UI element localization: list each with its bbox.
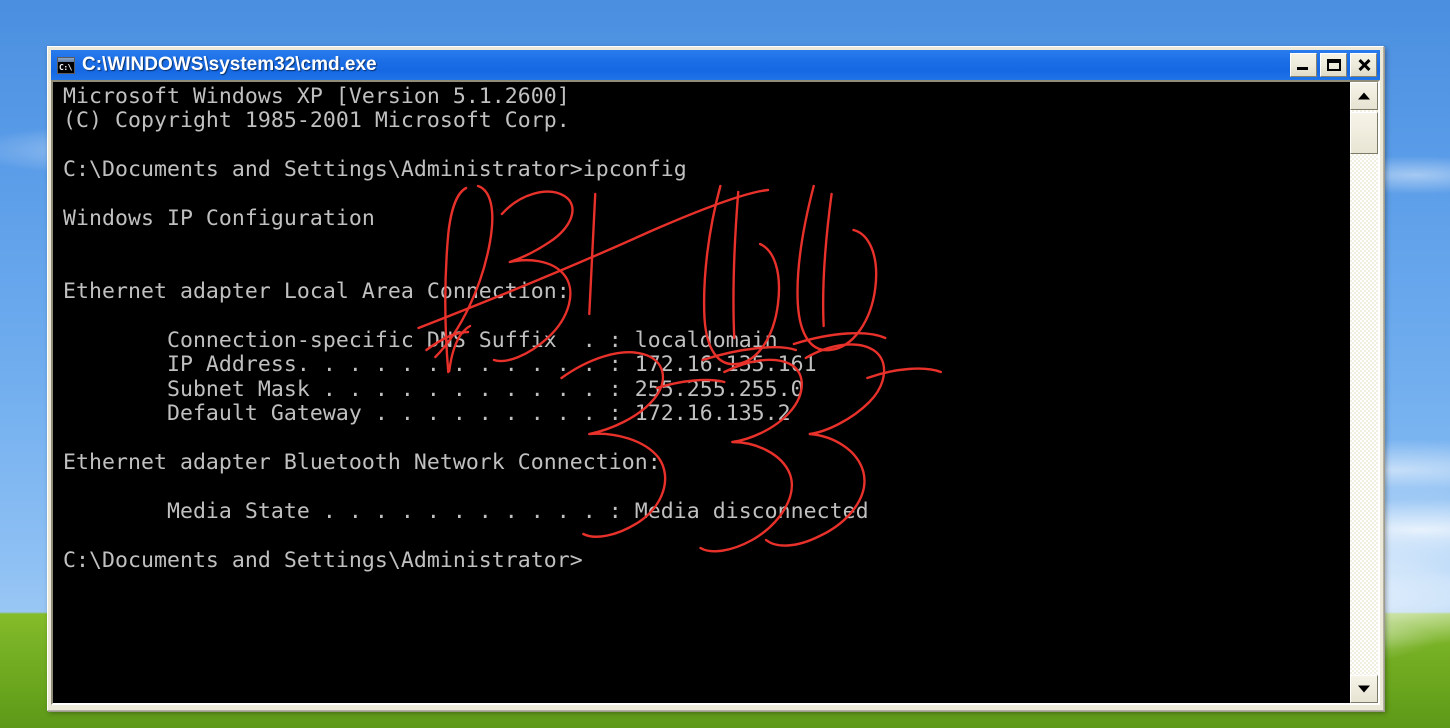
scroll-up-button[interactable] bbox=[1350, 82, 1378, 110]
cmd-window[interactable]: C:\ C:\WINDOWS\system32\cmd.exe Microsof… bbox=[47, 46, 1384, 711]
close-button[interactable] bbox=[1350, 53, 1377, 77]
scroll-thumb[interactable] bbox=[1350, 112, 1378, 154]
scroll-down-button[interactable] bbox=[1350, 675, 1378, 703]
scroll-up-arrow bbox=[1358, 92, 1370, 100]
close-icon bbox=[1357, 59, 1370, 72]
window-controls bbox=[1290, 53, 1377, 77]
cmd-icon-glyph: C:\ bbox=[59, 62, 72, 72]
vertical-scrollbar[interactable] bbox=[1349, 82, 1378, 703]
minimize-icon bbox=[1297, 67, 1308, 70]
console-text: Microsoft Windows XP [Version 5.1.2600] … bbox=[63, 84, 869, 573]
title-bar[interactable]: C:\ C:\WINDOWS\system32\cmd.exe bbox=[51, 50, 1380, 80]
desktop: C:\ C:\WINDOWS\system32\cmd.exe Microsof… bbox=[0, 0, 1450, 728]
cmd-icon: C:\ bbox=[57, 56, 75, 74]
console-client-area: Microsoft Windows XP [Version 5.1.2600] … bbox=[51, 80, 1380, 705]
maximize-button[interactable] bbox=[1320, 53, 1347, 77]
scroll-down-arrow bbox=[1358, 685, 1370, 693]
minimize-button[interactable] bbox=[1290, 53, 1317, 77]
scrollbar-track[interactable] bbox=[1350, 110, 1378, 675]
maximize-icon bbox=[1326, 59, 1341, 71]
console-output-area[interactable]: Microsoft Windows XP [Version 5.1.2600] … bbox=[53, 82, 1349, 703]
window-title: C:\WINDOWS\system32\cmd.exe bbox=[82, 54, 377, 75]
